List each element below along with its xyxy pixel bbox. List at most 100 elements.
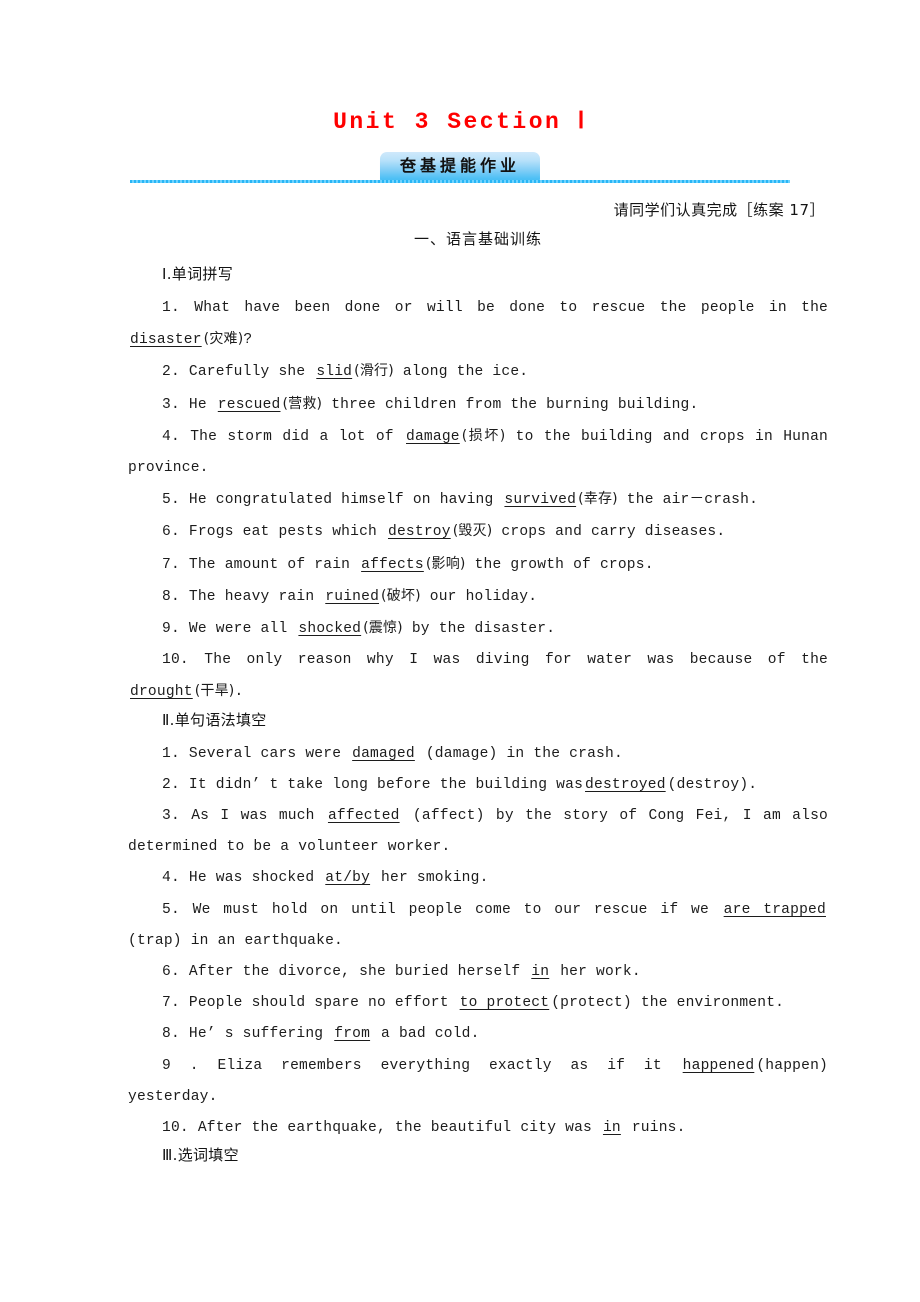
item-text-after: yesterday. [128,1088,218,1105]
item-text-after: by the disaster. [411,621,556,638]
header-divider [130,180,790,183]
item-number: 4. [162,428,180,445]
item-number: 6. [162,964,180,981]
item-hint: (damage) [425,745,498,762]
item-text-before: Frogs eat pests which [188,524,378,541]
item-text-before: Eliza remembers everything exactly as if… [217,1057,662,1074]
section-3-heading: Ⅲ.选词填空 [162,1146,239,1165]
item-text-after: a bad cold. [381,1026,480,1043]
question-item: 2. Carefully she slid (滑行) along the ice. [128,356,828,388]
question-item: 9. We were all shocked (震惊) by the disast… [128,613,828,645]
item-text-after: ? [243,332,253,349]
item-number: 6. [162,524,180,541]
item-hint: (affect) [412,808,485,825]
answer-blank[interactable]: affected [326,808,402,824]
item-text-after: the environment. [640,995,785,1012]
item-text-before: He was shocked [188,870,315,887]
content-body: 一、语言基础训练 Ⅰ.单词拼写 1. What have been done o… [128,228,828,1174]
item-text-before: After the divorce, she buried herself [188,964,521,981]
item-text-after: our holiday. [429,588,538,605]
item-hint: (幸存) [578,491,618,508]
item-number: 9 . [162,1057,199,1074]
answer-blank[interactable]: damage [404,429,462,445]
answer-blank[interactable]: to protect [458,995,552,1011]
question-item: 8. The heavy rain ruined (破坏) our holiday… [128,581,828,613]
item-number: 1. [162,300,180,316]
item-text-before: Several cars were [188,745,342,762]
question-item: 10. After the earthquake, the beautiful … [128,1113,828,1144]
answer-blank[interactable]: destroy [386,524,453,540]
answer-blank[interactable]: survived [502,492,578,508]
question-item: 3. He rescued (营救) three children from th… [128,389,828,421]
answer-blank[interactable]: damaged [350,746,417,762]
item-text-after: the air－crash. [626,492,759,509]
answer-blank[interactable]: in [601,1120,623,1136]
worksheet-page: Unit 3 Section Ⅰ 夿基提能作业 请同学们认真完成［练案 17］ … [0,0,920,1302]
item-text-before: What have been done or will be done to r… [194,300,828,316]
item-text-after: in an earthquake. [190,932,343,949]
question-item: 5. We must hold on until people come to … [128,895,828,957]
item-text-before: He congratulated himself on having [188,492,494,509]
question-item: 2. It didn’ t take long before the build… [128,770,828,801]
item-hint: (trap) [128,932,182,949]
item-number: 2. [162,776,180,793]
item-number: 1. [162,745,180,762]
item-number: 5. [162,492,180,509]
item-text-after: along the ice. [402,364,529,381]
item-number: 7. [162,995,180,1012]
item-number: 8. [162,588,180,605]
status-badge: 夿基提能作业 [379,152,541,182]
item-number: 3. [162,808,180,825]
section-1-heading: Ⅰ.单词拼写 [162,265,233,283]
item-number: 10. [162,652,189,669]
question-item: 3. As I was much affected (affect) by th… [128,801,828,863]
answer-blank[interactable]: are trapped [722,902,828,918]
item-number: 4. [162,870,180,887]
answer-blank[interactable]: slid [314,364,354,380]
item-hint: (滑行) [354,363,394,380]
item-text-after: in the crash. [506,745,623,762]
answer-blank[interactable]: drought [128,684,195,700]
item-hint: (破坏) [381,587,421,604]
answer-blank[interactable]: happened [681,1058,757,1074]
item-text-after: crops and carry diseases. [501,524,726,541]
item-number: 9. [162,621,180,638]
item-text-before: As I was much [191,808,315,825]
answer-blank[interactable]: in [529,964,551,980]
instruction-text: 请同学们认真完成［练案 17］ [613,201,825,219]
question-item: 6. After the divorce, she buried herself… [128,957,828,988]
item-text-before: The heavy rain [188,588,315,605]
question-item: 4. He was shocked at/by her smoking. [128,863,828,894]
item-text-before: After the earthquake, the beautiful city… [197,1120,592,1137]
answer-blank[interactable]: at/by [323,870,372,886]
answer-blank[interactable]: rescued [216,397,283,413]
answer-blank[interactable]: from [332,1026,372,1042]
item-text-before: The amount of rain [188,556,351,573]
item-hint: (毁灭) [452,523,493,540]
answer-blank[interactable]: disaster [128,332,204,348]
item-text-after: the growth of crops. [474,556,654,573]
item-number: 8. [162,1026,180,1043]
item-number: 2. [162,364,180,381]
question-item: 8. He’ s suffering from a bad cold. [128,1019,828,1050]
item-hint: (干旱) [194,683,235,700]
item-text-after: . [234,684,244,701]
item-text-before: We must hold on until people come to our… [192,901,709,918]
item-hint: (营救) [282,395,323,412]
page-title: Unit 3 Section Ⅰ [333,109,587,135]
question-item: 7. The amount of rain affects (影响) the gr… [128,549,828,581]
item-text-before: The only reason why I was diving for wat… [204,652,828,669]
answer-blank[interactable]: affects [359,557,426,573]
section-2-heading: Ⅱ.单句语法填空 [162,710,267,729]
item-hint: (影响) [425,555,466,572]
item-text-before: The storm did a lot of [190,428,394,445]
item-hint: (protect) [551,995,632,1012]
answer-blank[interactable]: ruined [323,589,381,605]
answer-blank[interactable]: shocked [296,621,363,637]
item-hint: (损坏) [461,427,506,444]
item-number: 3. [162,396,180,413]
item-number: 7. [162,556,180,573]
item-hint: (destroy) [667,776,749,793]
part-one-heading: 一、语言基础训练 [413,230,542,248]
answer-blank[interactable]: destroyed [583,777,668,793]
